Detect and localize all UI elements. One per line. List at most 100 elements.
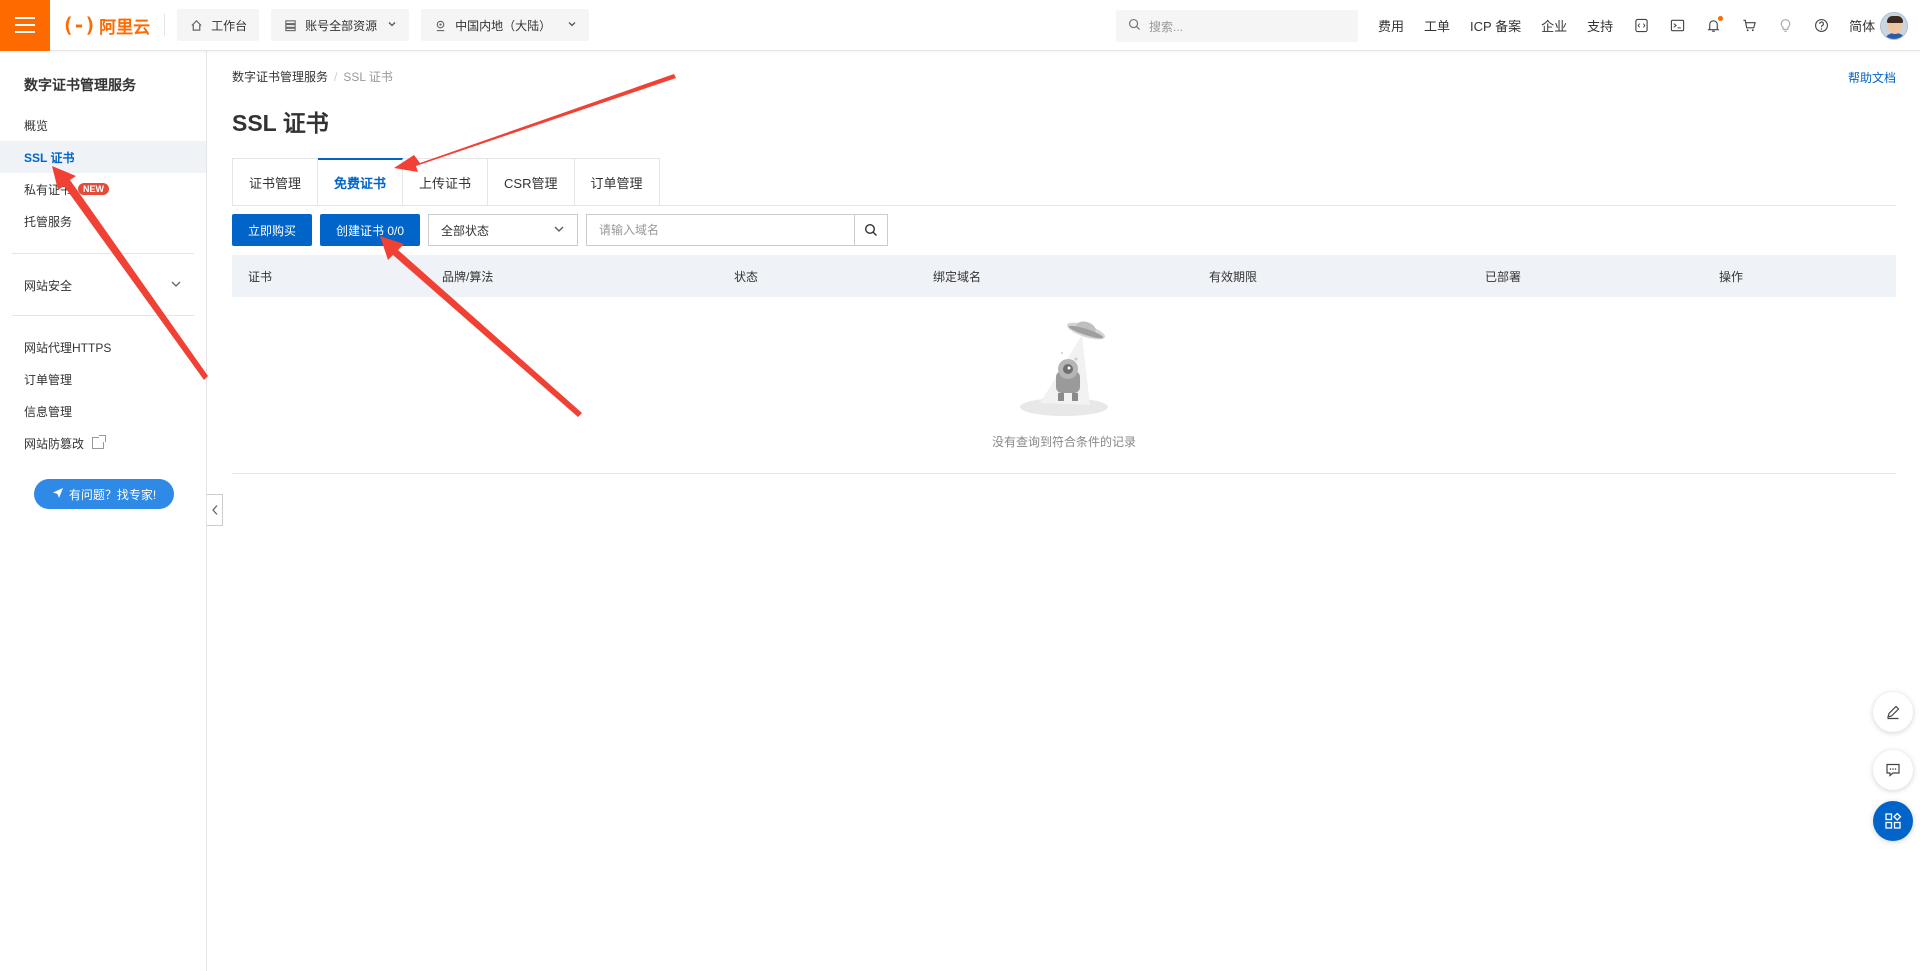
sidebar-item-tamper-protection[interactable]: 网站防篡改	[0, 427, 206, 459]
sidebar-collapse-toggle[interactable]	[207, 494, 223, 526]
sidebar-item-website-security[interactable]: 网站安全	[0, 269, 206, 301]
logo-mark: (-)	[62, 13, 96, 37]
cart-icon[interactable]	[1741, 18, 1757, 34]
sidebar-item-ssl-cert[interactable]: SSL 证书	[0, 141, 206, 173]
sidebar-item-label: SSL 证书	[24, 150, 75, 165]
external-link-icon	[92, 435, 107, 449]
workbench-label: 工作台	[211, 18, 248, 33]
help-circle-icon[interactable]	[1813, 18, 1829, 34]
edit-icon	[1887, 705, 1900, 720]
toolbar: 立即购买 创建证书 0/0 全部状态	[232, 214, 889, 246]
feedback-edit-button[interactable]	[1873, 692, 1913, 732]
tab-upload-cert[interactable]: 上传证书	[403, 158, 489, 206]
breadcrumb-separator: /	[334, 70, 338, 84]
logo-text: 阿里云	[99, 17, 151, 37]
apps-button[interactable]	[1873, 801, 1913, 841]
bell-icon[interactable]	[1705, 15, 1724, 34]
sidebar-item-label: 私有证书	[24, 182, 73, 197]
sidebar-item-order-management[interactable]: 订单管理	[0, 363, 206, 395]
stack-icon	[283, 18, 297, 32]
domain-search-button[interactable]	[854, 214, 889, 246]
new-badge: NEW	[78, 183, 110, 195]
column-header-domain: 绑定域名	[933, 270, 982, 284]
send-icon	[52, 487, 64, 502]
status-select-value: 全部状态	[441, 223, 490, 238]
column-header-status: 状态	[734, 270, 759, 284]
home-icon	[189, 18, 203, 32]
breadcrumb-current: SSL 证书	[343, 70, 393, 84]
aliyun-logo[interactable]: (-) 阿里云	[62, 13, 166, 37]
empty-state-text: 没有查询到符合条件的记录	[991, 435, 1136, 449]
sidebar-item-info-management[interactable]: 信息管理	[0, 395, 206, 427]
table-header: 证书 品牌/算法 状态 绑定域名 有效期限 已部署 操作	[232, 255, 1896, 297]
chevron-down-icon	[567, 19, 577, 32]
annotation-arrows	[52, 74, 676, 417]
find-expert-label: 有问题？找专家!	[68, 487, 157, 502]
chevron-down-icon	[170, 278, 182, 293]
sidebar-item-label: 信息管理	[24, 404, 73, 419]
code-icon[interactable]	[1633, 18, 1649, 34]
sidebar-item-private-cert[interactable]: 私有证书 NEW	[0, 173, 206, 205]
sidebar-item-managed-service[interactable]: 托管服务	[0, 205, 206, 237]
tab-order-management[interactable]: 订单管理	[574, 158, 660, 206]
page-title: SSL 证书	[232, 110, 329, 136]
breadcrumb-link[interactable]: 数字证书管理服务	[232, 70, 328, 84]
top-link-fee[interactable]: 费用	[1378, 16, 1404, 35]
breadcrumb: 数字证书管理服务 / SSL 证书	[232, 68, 393, 85]
buy-now-button[interactable]: 立即购买	[232, 214, 313, 246]
top-link-support[interactable]: 支持	[1587, 16, 1613, 35]
global-search-placeholder: 搜索...	[1149, 19, 1184, 34]
find-expert-button[interactable]: 有问题？找专家!	[34, 479, 174, 509]
region-select[interactable]: 中国内地（大陆）	[421, 9, 590, 41]
column-header-cert: 证书	[248, 270, 273, 284]
empty-ufo-illustration	[1020, 321, 1108, 416]
tab-cert-management[interactable]: 证书管理	[232, 158, 319, 206]
top-link-enterprise[interactable]: 企业	[1541, 16, 1567, 35]
sidebar-divider	[12, 253, 194, 254]
sidebar-item-label: 订单管理	[24, 372, 73, 387]
chevron-left-icon	[211, 505, 217, 515]
column-header-actions: 操作	[1719, 270, 1744, 284]
chat-icon	[1886, 763, 1900, 777]
tabs: 证书管理 免费证书 上传证书 CSR管理 订单管理	[232, 158, 660, 206]
column-header-validity: 有效期限	[1209, 270, 1258, 284]
location-pin-icon	[433, 18, 447, 32]
create-cert-button[interactable]: 创建证书 0/0	[320, 214, 421, 246]
chevron-down-icon	[553, 223, 565, 238]
domain-search-input[interactable]	[586, 214, 855, 246]
lightbulb-icon[interactable]	[1777, 18, 1793, 34]
top-bar: (-) 阿里云 工作台 账号全部资源 中国内地（大陆） 搜索... 费用 工单 …	[0, 0, 1920, 51]
top-links: 费用 工单 ICP 备案 企业 支持 简体	[1378, 0, 1895, 51]
top-link-icp[interactable]: ICP 备案	[1470, 16, 1521, 35]
sidebar-item-label: 网站安全	[24, 278, 73, 293]
sidebar-item-overview[interactable]: 概览	[0, 109, 206, 141]
terminal-icon[interactable]	[1669, 18, 1685, 34]
sidebar-item-label: 托管服务	[24, 214, 73, 229]
search-icon	[865, 223, 878, 236]
resource-group-select[interactable]: 账号全部资源	[271, 9, 410, 41]
column-header-deployed: 已部署	[1485, 270, 1522, 284]
region-label: 中国内地（大陆）	[455, 18, 552, 33]
notification-dot	[1718, 15, 1724, 21]
sidebar: 数字证书管理服务 概览 SSL 证书 私有证书 NEW 托管服务 网站安全 网站…	[0, 51, 207, 971]
menu-icon	[15, 17, 35, 33]
sidebar-divider	[12, 315, 194, 316]
help-docs-link[interactable]: 帮助文档	[1848, 69, 1896, 86]
user-avatar[interactable]	[1880, 12, 1908, 40]
sidebar-title: 数字证书管理服务	[24, 77, 136, 93]
language-switch[interactable]: 简体	[1849, 16, 1875, 35]
global-search[interactable]: 搜索...	[1116, 10, 1358, 42]
search-icon	[1128, 18, 1141, 34]
top-link-ticket[interactable]: 工单	[1424, 16, 1450, 35]
tab-csr-management[interactable]: CSR管理	[488, 158, 575, 206]
sidebar-item-label: 概览	[24, 118, 49, 133]
status-select[interactable]: 全部状态	[428, 214, 579, 246]
tab-free-cert[interactable]: 免费证书	[318, 158, 404, 206]
hamburger-menu-button[interactable]	[0, 0, 50, 51]
workbench-button[interactable]: 工作台	[177, 9, 260, 41]
sidebar-item-label: 网站防篡改	[24, 436, 85, 451]
chat-button[interactable]	[1873, 750, 1913, 790]
sidebar-item-https-proxy[interactable]: 网站代理HTTPS	[0, 331, 206, 363]
column-header-brand: 品牌/算法	[442, 270, 494, 284]
apps-grid-icon	[1885, 812, 1902, 829]
